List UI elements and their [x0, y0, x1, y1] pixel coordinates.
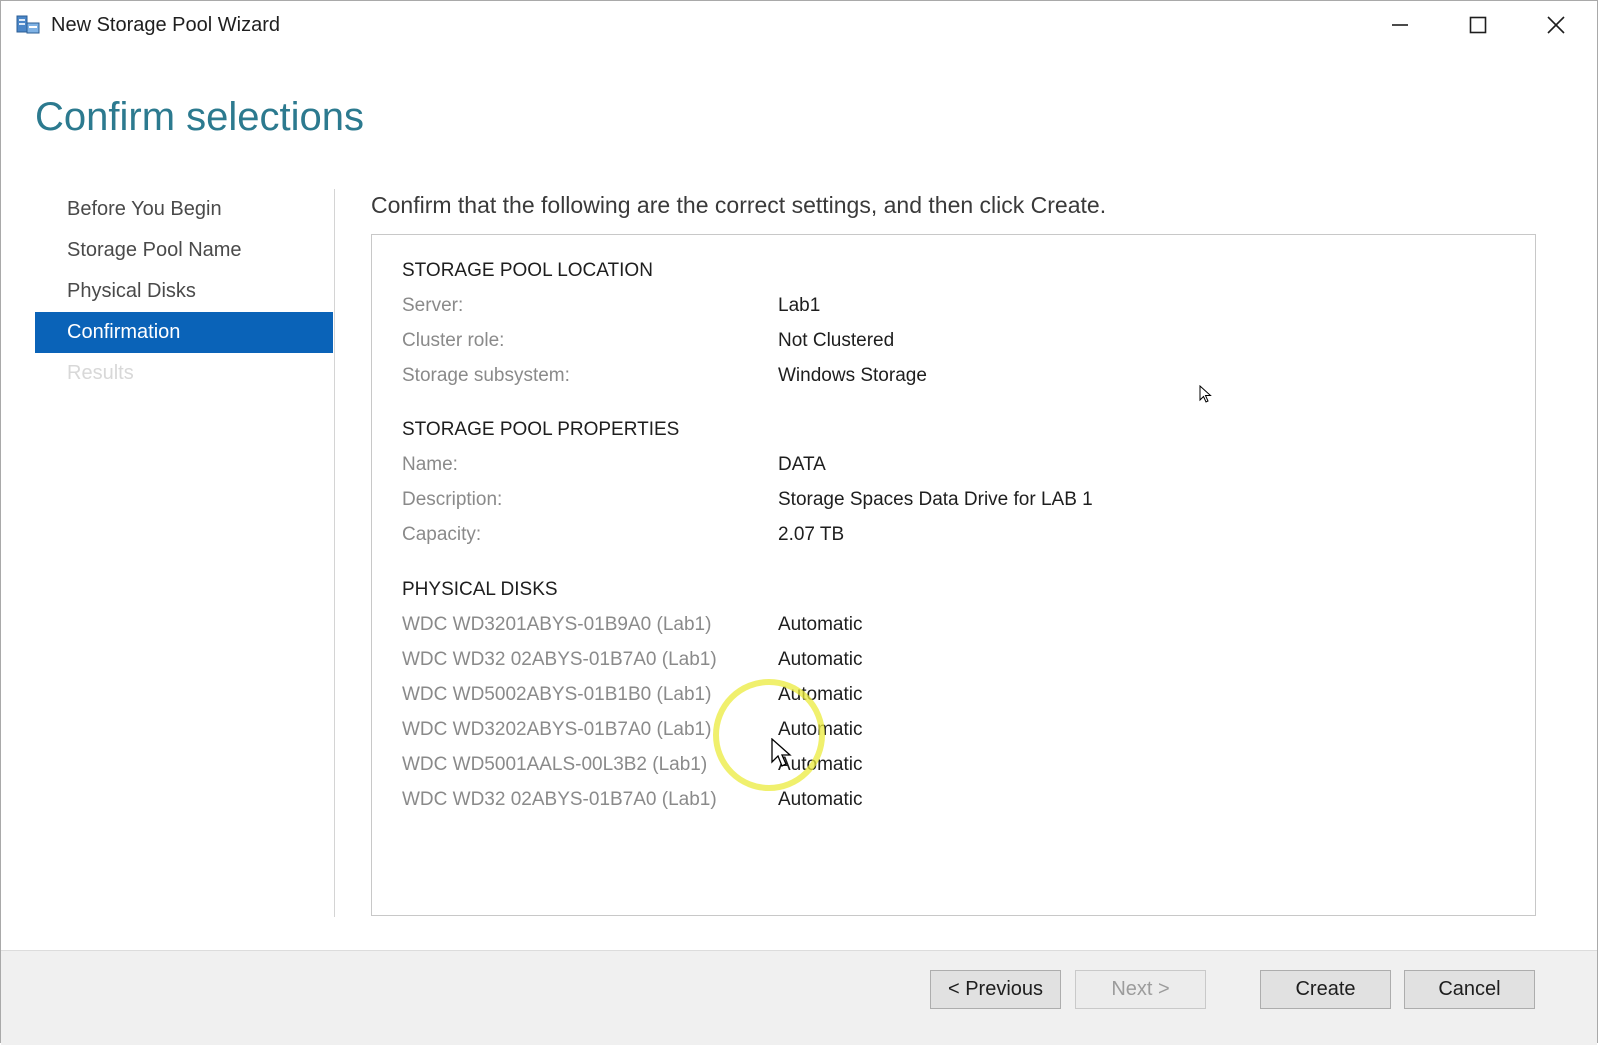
section-heading: STORAGE POOL PROPERTIES	[402, 419, 680, 440]
disk-name: WDC WD3202ABYS-01B7A0 (Lab1)	[402, 719, 712, 740]
disk-name: WDC WD32 02ABYS-01B7A0 (Lab1)	[402, 789, 717, 810]
row-label: Storage subsystem:	[402, 365, 570, 386]
disk-allocation: Automatic	[778, 684, 863, 705]
row-label: Capacity:	[402, 524, 482, 545]
disk-row: WDC WD32 02ABYS-01B7A0 (Lab1) Automatic	[402, 642, 1502, 677]
row-value: Not Clustered	[778, 330, 895, 351]
storage-pool-icon	[15, 13, 41, 37]
disk-name: WDC WD32 02ABYS-01B7A0 (Lab1)	[402, 649, 717, 670]
row-value: Storage Spaces Data Drive for LAB 1	[778, 489, 1093, 510]
summary-row: Server: Lab1	[402, 288, 1502, 323]
disk-row: WDC WD32 02ABYS-01B7A0 (Lab1) Automatic	[402, 782, 1502, 817]
close-button[interactable]	[1517, 1, 1595, 49]
row-value: Lab1	[778, 295, 821, 316]
disk-name: WDC WD5001AALS-00L3B2 (Lab1)	[402, 754, 708, 775]
section-storage-pool-properties: STORAGE POOL PROPERTIES Name: DATA Descr…	[402, 412, 1502, 552]
row-value: 2.07 TB	[778, 524, 845, 545]
section-heading: PHYSICAL DISKS	[402, 579, 558, 600]
disk-allocation: Automatic	[778, 614, 863, 635]
row-label: Cluster role:	[402, 330, 505, 351]
maximize-button[interactable]	[1439, 1, 1517, 49]
minimize-button[interactable]	[1361, 1, 1439, 49]
instruction-text: Confirm that the following are the corre…	[371, 192, 1107, 218]
page-title: Confirm selections	[35, 95, 365, 139]
disk-allocation: Automatic	[778, 754, 863, 775]
nav-item-confirmation[interactable]: Confirmation	[35, 312, 333, 353]
summary-row: Description: Storage Spaces Data Drive f…	[402, 482, 1502, 517]
disk-allocation: Automatic	[778, 789, 863, 810]
summary-panel[interactable]: STORAGE POOL LOCATION Server: Lab1 Clust…	[371, 234, 1536, 916]
nav-item-storage-pool-name[interactable]: Storage Pool Name	[35, 230, 333, 271]
cancel-button[interactable]: Cancel	[1404, 970, 1535, 1009]
nav-divider	[334, 189, 335, 917]
window-title: New Storage Pool Wizard	[51, 14, 280, 36]
next-button: Next >	[1075, 970, 1206, 1009]
summary-row: Capacity: 2.07 TB	[402, 517, 1502, 552]
row-label: Description:	[402, 489, 503, 510]
title-bar[interactable]: New Storage Pool Wizard	[1, 1, 1597, 51]
disk-row: WDC WD5002ABYS-01B1B0 (Lab1) Automatic	[402, 677, 1502, 712]
summary-row: Cluster role: Not Clustered	[402, 323, 1502, 358]
disk-row: WDC WD5001AALS-00L3B2 (Lab1) Automatic	[402, 747, 1502, 782]
section-storage-pool-location: STORAGE POOL LOCATION Server: Lab1 Clust…	[402, 253, 1502, 393]
maximize-icon	[1469, 16, 1487, 34]
wizard-window: New Storage Pool Wizard Confirm selectio…	[0, 0, 1598, 1045]
nav-item-results: Results	[67, 362, 134, 384]
summary-row: Storage subsystem: Windows Storage	[402, 358, 1502, 393]
nav-item-physical-disks[interactable]: Physical Disks	[35, 271, 333, 312]
nav-item-before-you-begin[interactable]: Before You Begin	[35, 189, 333, 230]
summary-row: Name: DATA	[402, 447, 1502, 482]
disk-row: WDC WD3201ABYS-01B9A0 (Lab1) Automatic	[402, 607, 1502, 642]
row-label: Name:	[402, 454, 458, 475]
row-label: Server:	[402, 295, 464, 316]
section-physical-disks: PHYSICAL DISKS WDC WD3201ABYS-01B9A0 (La…	[402, 572, 1502, 817]
minimize-icon	[1392, 24, 1408, 26]
wizard-nav: Before You Begin Storage Pool Name Physi…	[35, 189, 333, 394]
disk-allocation: Automatic	[778, 649, 863, 670]
close-icon	[1547, 16, 1565, 34]
row-value: Windows Storage	[778, 365, 927, 386]
disk-row: WDC WD3202ABYS-01B7A0 (Lab1) Automatic	[402, 712, 1502, 747]
section-heading: STORAGE POOL LOCATION	[402, 260, 653, 281]
wizard-footer: < Previous Next > Create Cancel	[1, 950, 1597, 1045]
row-value: DATA	[778, 454, 826, 475]
disk-name: WDC WD3201ABYS-01B9A0 (Lab1)	[402, 614, 712, 635]
create-button[interactable]: Create	[1260, 970, 1391, 1009]
disk-allocation: Automatic	[778, 719, 863, 740]
previous-button[interactable]: < Previous	[930, 970, 1061, 1009]
disk-name: WDC WD5002ABYS-01B1B0 (Lab1)	[402, 684, 712, 705]
